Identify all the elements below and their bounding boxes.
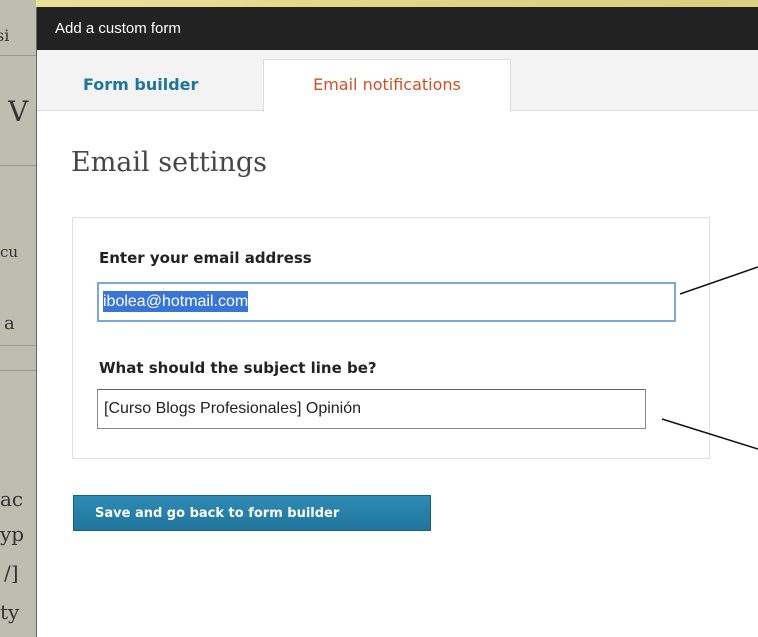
subject-pointer-line: [661, 418, 758, 450]
email-pointer-line: [679, 266, 758, 295]
annotation-pointers: [661, 266, 758, 450]
